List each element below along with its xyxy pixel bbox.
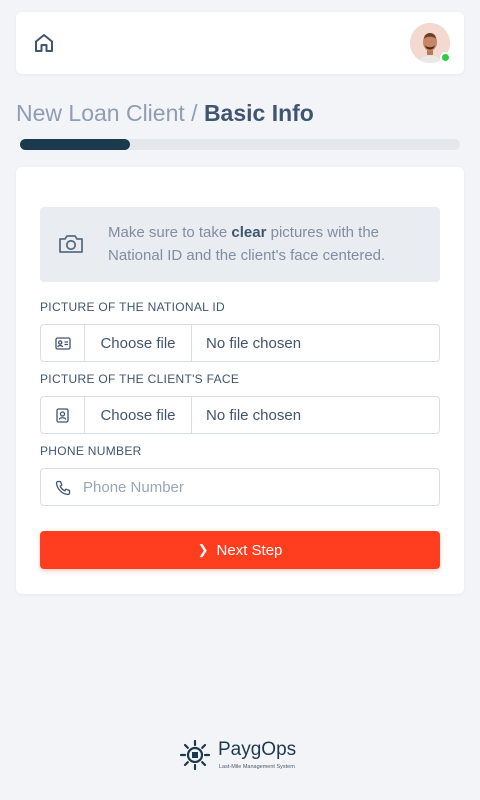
home-icon[interactable] xyxy=(32,31,56,55)
breadcrumb-current: Basic Info xyxy=(203,100,314,126)
national-id-choose-file-button[interactable]: Choose file xyxy=(85,325,192,361)
portrait-icon xyxy=(41,397,85,433)
notice-text: Make sure to take clear pictures with th… xyxy=(108,224,386,264)
breadcrumb-parent: New Loan Client / xyxy=(16,100,204,126)
brand-tagline: Last-Mile Management System xyxy=(219,764,295,770)
client-face-choose-file-button[interactable]: Choose file xyxy=(85,397,192,433)
client-face-file-status: No file chosen xyxy=(206,406,302,424)
step-progress-bar xyxy=(20,139,460,150)
step-progress-fill xyxy=(20,139,130,150)
client-face-file-input[interactable]: Choose file No file chosen xyxy=(40,396,440,434)
next-step-label: Next Step xyxy=(216,541,283,559)
id-card-icon xyxy=(41,325,85,361)
form-card: Make sure to take clear pictures with th… xyxy=(16,167,464,594)
avatar[interactable] xyxy=(410,23,451,63)
brand-name: PaygOps xyxy=(218,739,297,760)
page-title: New Loan Client / Basic Info xyxy=(16,100,314,127)
top-bar xyxy=(16,12,464,74)
online-status-dot xyxy=(440,52,451,63)
chevron-right-icon: ❯ xyxy=(197,542,209,557)
phone-number-label: PHONE NUMBER xyxy=(40,444,142,458)
camera-icon xyxy=(58,233,84,255)
paygops-logo: PaygOps Last-Mile Management System xyxy=(178,738,308,774)
next-step-button[interactable]: ❯ Next Step xyxy=(40,531,440,569)
paygops-logo-icon xyxy=(179,739,211,771)
phone-icon xyxy=(55,480,71,496)
phone-number-input[interactable] xyxy=(83,469,433,505)
national-id-file-input[interactable]: Choose file No file chosen xyxy=(40,324,440,362)
phone-number-field[interactable] xyxy=(40,468,440,506)
national-id-label: PICTURE OF THE NATIONAL ID xyxy=(40,300,225,314)
photo-notice: Make sure to take clear pictures with th… xyxy=(40,207,440,282)
client-face-label: PICTURE OF THE CLIENT'S FACE xyxy=(40,372,240,386)
national-id-file-status: No file chosen xyxy=(206,334,302,352)
